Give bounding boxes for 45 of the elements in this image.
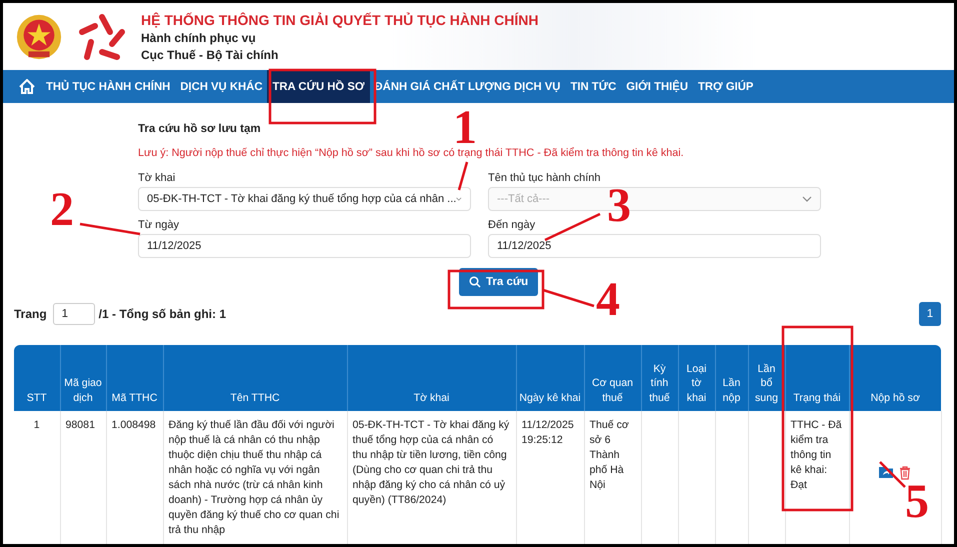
nav-tab[interactable]: ĐÁNH GIÁ CHẤT LƯỢNG DỊCH VỤ: [370, 70, 566, 103]
nav-tab[interactable]: TRA CỨU HỒ SƠ: [267, 70, 370, 103]
page-button[interactable]: 1: [919, 302, 941, 326]
step-number: 2: [50, 186, 74, 234]
nav-tab[interactable]: GIỚI THIỆU: [621, 70, 693, 103]
nav-tab[interactable]: TIN TỨC: [565, 70, 622, 103]
table-cell: 1.008498: [112, 419, 156, 431]
field-label: Đến ngày: [488, 219, 536, 231]
field-label: Tên thủ tục hành chính: [488, 172, 602, 184]
table-cell: 98081: [66, 419, 95, 431]
table-cell: Thuế cơ sở 6 Thành phố Hà Nội: [590, 419, 629, 492]
column-header: Ngày kê khai: [516, 345, 584, 411]
field-label: Tờ khai: [138, 172, 176, 184]
column-header: Tên TTHC: [163, 345, 347, 411]
nav-tab[interactable]: TRỢ GIÚP: [692, 70, 758, 103]
column-header: Tờ khai: [347, 345, 516, 411]
table-cell: TTHC - Đã kiểm tra thông tin kê khai: Đạt: [790, 419, 842, 492]
nav-tab[interactable]: THỦ TỤC HÀNH CHÍNH: [41, 70, 176, 103]
column-header: Mã giao dịch: [60, 345, 106, 411]
table-cell: 1: [34, 419, 40, 431]
nav-tab[interactable]: DỊCH VỤ KHÁC: [175, 70, 268, 103]
record-count: /1 - Tổng số bản ghi: 1: [98, 307, 226, 321]
page-label: Trang: [14, 307, 47, 321]
page-input[interactable]: 1: [52, 303, 95, 325]
column-header: Mã TTHC: [106, 345, 163, 411]
column-header: Lần nộp: [715, 345, 748, 411]
column-header: Loại tờ khai: [678, 345, 715, 411]
subtitle: Hành chính phục vụ: [141, 30, 257, 44]
system-title: HỆ THỐNG THÔNG TIN GIẢI QUYẾT THỦ TỤC HÀNH CHÍNH: [141, 12, 538, 28]
column-header: Nộp hồ sơ: [849, 345, 941, 411]
agency-name: Cục Thuế - Bộ Tài chính: [141, 48, 280, 62]
date-field[interactable]: 11/12/2025: [488, 234, 821, 258]
field-label: Từ ngày: [138, 219, 180, 231]
column-header: Kỳ tính thuế: [641, 345, 678, 411]
date-field[interactable]: 11/12/2025: [138, 234, 471, 258]
step-number: 4: [596, 276, 620, 324]
table-cell: 11/12/2025 19:25:12: [522, 419, 574, 446]
table-cell: 05-ĐK-TH-TCT - Tờ khai đăng ký thuế tổng hợp của cá nhân có thu nhập từ tiền lương, tiền công (Dùng cho cơ quan chi trả thu nhập đăng ký cho cá nhân có uỷ quyền) (TT86/2024): [352, 419, 510, 506]
step-number: 5: [905, 478, 929, 526]
column-header: Trạng thái: [785, 345, 849, 411]
select-field[interactable]: 05-ĐK-TH-TCT - Tờ khai đăng ký thuế tổng hợp của cá nhân ...: [138, 187, 471, 211]
column-header: Cơ quan thuế: [584, 345, 641, 411]
column-header: STT: [14, 345, 60, 411]
table-cell: Đăng ký thuế lần đầu đối với người nộp thuế là cá nhân có thu nhập thuộc diện chịu thuế thu nhập cá nhân hoặc có nghĩa vụ với ngân sách nhà nước (trừ cá nhân kinh doanh) - Trường hợp cá nhân ủy quyền đăng ký thuế cho cơ quan chi trả thu nhập: [168, 419, 340, 536]
section-title: Tra cứu hồ sơ lưu tạm: [138, 123, 262, 135]
